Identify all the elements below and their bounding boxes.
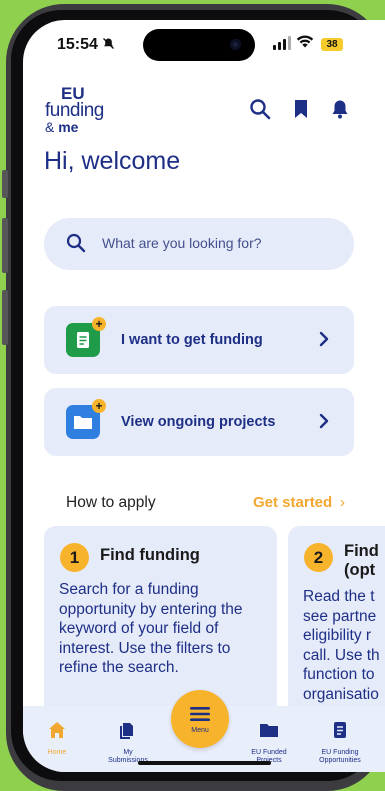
side-button-volume-down (2, 290, 8, 345)
app-header: EU funding & me (23, 80, 385, 142)
step-description: Read the t see partne eligibility r call… (303, 588, 380, 703)
step-card-2[interactable]: 2 Find (opt Read the t see partne eligibi… (288, 526, 385, 726)
status-bar: 15:54 38 (23, 20, 385, 72)
get-funding-label: I want to get funding (121, 332, 263, 348)
plus-badge-icon: + (92, 317, 106, 331)
nav-label: EU Funding Opportunities (319, 749, 361, 764)
get-started-link[interactable]: Get started (253, 494, 332, 511)
search-placeholder: What are you looking for? (102, 235, 262, 251)
how-to-apply-heading: How to apply (66, 494, 156, 511)
side-button-volume-up (2, 218, 8, 273)
plus-badge-icon: + (92, 399, 106, 413)
get-funding-card[interactable]: + I want to get funding (44, 306, 354, 374)
nav-label: Home (47, 749, 67, 756)
search-icon[interactable] (249, 98, 273, 122)
nav-eu-funded-projects[interactable]: EU FundedProjects (241, 720, 297, 765)
page-title: Hi, welcome (44, 147, 181, 175)
step-title: Find (opt (344, 542, 379, 579)
menu-button[interactable]: Menu (171, 690, 229, 748)
step-title: Find funding (100, 546, 200, 564)
status-time: 15:54 (57, 36, 98, 53)
submissions-icon (120, 723, 133, 739)
bookmark-icon[interactable] (291, 98, 315, 122)
nav-home[interactable]: Home (39, 720, 75, 757)
step-number-badge: 1 (60, 543, 89, 572)
folder-icon (260, 724, 278, 737)
ongoing-projects-label: View ongoing projects (121, 414, 276, 430)
wifi-icon (296, 34, 314, 53)
chevron-right-icon (318, 412, 330, 435)
side-button-action (2, 170, 8, 198)
dynamic-island (143, 29, 255, 61)
ongoing-projects-card[interactable]: + View ongoing projects (44, 388, 354, 456)
logo-line-me: & me (45, 119, 79, 135)
menu-label: Menu (191, 727, 209, 734)
document-icon (334, 722, 346, 738)
chevron-right-icon[interactable]: › (340, 494, 345, 511)
bell-icon[interactable] (329, 98, 353, 122)
chevron-right-icon (318, 330, 330, 353)
home-indicator (138, 761, 271, 765)
search-icon (66, 233, 86, 258)
menu-icon (190, 707, 210, 721)
home-icon (49, 722, 65, 738)
signal-icon (273, 36, 291, 50)
eu-funding-logo[interactable]: EU funding & me (45, 84, 115, 136)
step-card-1[interactable]: 1 Find funding Search for a funding oppo… (44, 526, 277, 726)
step-description: Search for a funding opportunity by ente… (59, 581, 243, 676)
nav-my-submissions[interactable]: My Submissions (103, 720, 153, 765)
battery-indicator: 38 (321, 38, 343, 51)
step-number-badge: 2 (304, 543, 333, 572)
search-input[interactable]: What are you looking for? (44, 218, 354, 270)
bell-muted-icon (102, 37, 115, 53)
nav-eu-funding-opportunities[interactable]: EU Funding Opportunities (309, 720, 371, 765)
app-screen: 15:54 38 EU funding & me Hi, welcome Wha… (23, 20, 385, 772)
